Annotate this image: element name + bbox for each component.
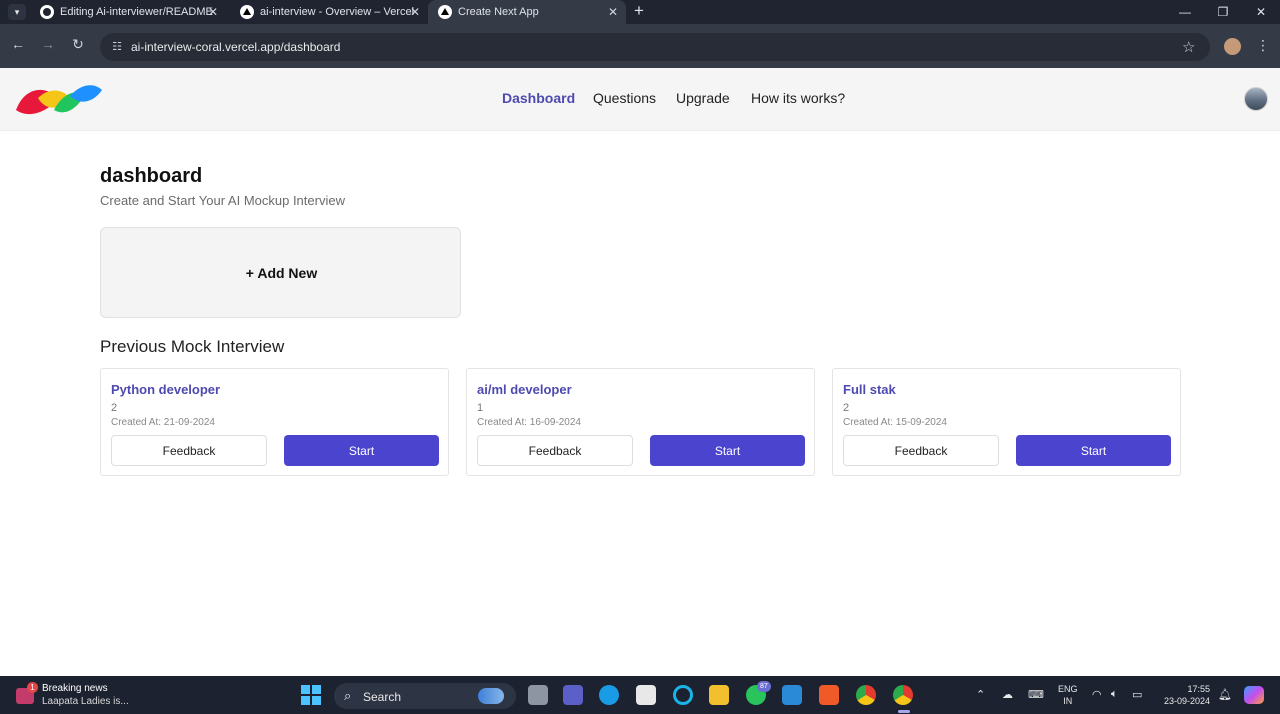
bookmark-star-icon[interactable]: ☆ <box>1182 38 1195 56</box>
add-new-interview-card[interactable]: + Add New <box>100 227 461 318</box>
nav-dashboard[interactable]: Dashboard <box>502 90 575 106</box>
news-badge: 1 <box>27 682 38 693</box>
cortana-icon[interactable] <box>673 685 693 705</box>
interview-experience: 2 <box>111 402 118 414</box>
back-arrow-icon[interactable]: ← <box>8 36 28 52</box>
interview-position: Full stak <box>843 382 896 397</box>
notification-bell-icon[interactable]: 🔔︎ <box>1218 688 1232 701</box>
address-bar[interactable]: ☷ ai-interview-coral.vercel.app/dashboar… <box>100 33 1210 61</box>
start-button[interactable]: Start <box>650 435 805 466</box>
site-settings-icon[interactable]: ☷ <box>110 40 124 54</box>
volume-icon[interactable]: 🔈︎ <box>1111 688 1118 701</box>
new-tab-button[interactable]: + <box>634 0 644 24</box>
app-header: Dashboard Questions Upgrade How its work… <box>0 68 1280 131</box>
vscode-icon[interactable] <box>782 685 802 705</box>
tab-search-chevron-icon[interactable]: ▾ <box>8 4 26 20</box>
forward-arrow-icon[interactable]: → <box>38 36 58 52</box>
github-icon <box>40 5 54 19</box>
page-subtitle: Create and Start Your AI Mockup Intervie… <box>100 193 345 208</box>
browser-toolbar: ← → ↻ ☷ ai-interview-coral.vercel.app/da… <box>0 24 1280 68</box>
browser-tab-bar: ▾ Editing Ai-interviewer/README ✕ ai-int… <box>0 0 1280 24</box>
edge-icon[interactable] <box>599 685 619 705</box>
nav-upgrade[interactable]: Upgrade <box>676 90 730 106</box>
interview-position: Python developer <box>111 382 221 397</box>
task-view-icon[interactable] <box>528 685 548 705</box>
reload-icon[interactable]: ↻ <box>68 36 88 53</box>
chrome-profile-icon[interactable] <box>893 685 913 705</box>
active-app-indicator <box>898 710 910 713</box>
more-menu-icon[interactable]: ⋮ <box>1256 37 1270 54</box>
maximize-icon[interactable]: ❐ <box>1208 0 1238 24</box>
region-code: IN <box>1063 696 1073 706</box>
interview-card: Full stak 2 Created At: 15-09-2024 Feedb… <box>832 368 1181 476</box>
user-avatar[interactable] <box>1244 87 1268 111</box>
tab-title: Editing Ai-interviewer/README <box>60 6 213 18</box>
language-code: ENG <box>1058 684 1078 694</box>
nav-questions[interactable]: Questions <box>593 90 656 106</box>
address-url[interactable]: ai-interview-coral.vercel.app/dashboard <box>131 33 340 61</box>
show-hidden-icons-icon[interactable]: ⌃ <box>976 688 985 701</box>
news-subtitle[interactable]: Laapata Ladies is... <box>42 696 129 707</box>
previous-interviews-title: Previous Mock Interview <box>100 337 285 356</box>
copilot-icon[interactable] <box>1244 686 1264 704</box>
close-window-icon[interactable]: ✕ <box>1246 0 1276 24</box>
interview-created-date: Created At: 21-09-2024 <box>111 417 215 428</box>
start-button[interactable]: Start <box>1016 435 1171 466</box>
start-button[interactable]: Start <box>284 435 439 466</box>
add-new-label: + Add New <box>245 265 318 281</box>
browser-profile-avatar[interactable] <box>1224 38 1241 55</box>
nav-how-it-works[interactable]: How its works? <box>751 90 845 106</box>
feedback-button[interactable]: Feedback <box>111 435 267 466</box>
taskbar: 1 Breaking news Laapata Ladies is... ⌕ S… <box>0 676 1280 714</box>
tab-github-readme[interactable]: Editing Ai-interviewer/README ✕ <box>30 0 226 24</box>
close-tab-icon[interactable]: ✕ <box>208 0 218 24</box>
vercel-icon <box>240 5 254 19</box>
interview-card: Python developer 2 Created At: 21-09-202… <box>100 368 449 476</box>
interview-created-date: Created At: 15-09-2024 <box>843 417 947 428</box>
onedrive-icon[interactable]: ☁ <box>1002 688 1013 701</box>
whatsapp-badge: 87 <box>757 681 771 692</box>
windows-start-icon[interactable] <box>301 685 321 705</box>
page-title: dashboard <box>100 165 203 187</box>
keyboard-icon[interactable]: ⌨ <box>1028 688 1044 701</box>
interview-created-date: Created At: 16-09-2024 <box>477 417 581 428</box>
battery-icon[interactable]: ▭ <box>1132 688 1142 701</box>
tab-vercel-overview[interactable]: ai-interview - Overview – Vercel ✕ <box>230 0 428 24</box>
file-explorer-icon[interactable] <box>709 685 729 705</box>
vercel-icon <box>438 5 452 19</box>
interview-card: ai/ml developer 1 Created At: 16-09-2024… <box>466 368 815 476</box>
wifi-icon[interactable]: ◠ <box>1092 688 1102 701</box>
close-tab-icon[interactable]: ✕ <box>410 0 420 24</box>
clock[interactable]: 17:55 23-09-2024 <box>1158 683 1210 707</box>
taskbar-search[interactable]: ⌕ Search <box>334 683 516 709</box>
feedback-button[interactable]: Feedback <box>843 435 999 466</box>
close-tab-icon[interactable]: ✕ <box>608 0 618 24</box>
date: 23-09-2024 <box>1163 696 1210 706</box>
chrome-icon[interactable] <box>856 685 876 705</box>
minimize-icon[interactable]: — <box>1170 0 1200 24</box>
app-logo[interactable] <box>14 80 104 118</box>
news-title[interactable]: Breaking news <box>42 683 108 694</box>
interview-experience: 2 <box>843 402 850 414</box>
language-indicator[interactable]: ENG IN <box>1058 683 1078 707</box>
interview-position: ai/ml developer <box>477 382 572 397</box>
search-highlight-icon <box>478 688 504 704</box>
brave-icon[interactable] <box>819 685 839 705</box>
search-label: Search <box>363 690 402 704</box>
tab-title: ai-interview - Overview – Vercel <box>260 6 415 18</box>
feedback-button[interactable]: Feedback <box>477 435 633 466</box>
interview-experience: 1 <box>477 402 484 414</box>
tab-title: Create Next App <box>458 6 539 18</box>
teams-icon[interactable] <box>563 685 583 705</box>
search-icon: ⌕ <box>344 688 352 703</box>
tab-create-next-app[interactable]: Create Next App ✕ <box>428 0 626 24</box>
store-icon[interactable] <box>636 685 656 705</box>
time: 17:55 <box>1187 684 1210 694</box>
